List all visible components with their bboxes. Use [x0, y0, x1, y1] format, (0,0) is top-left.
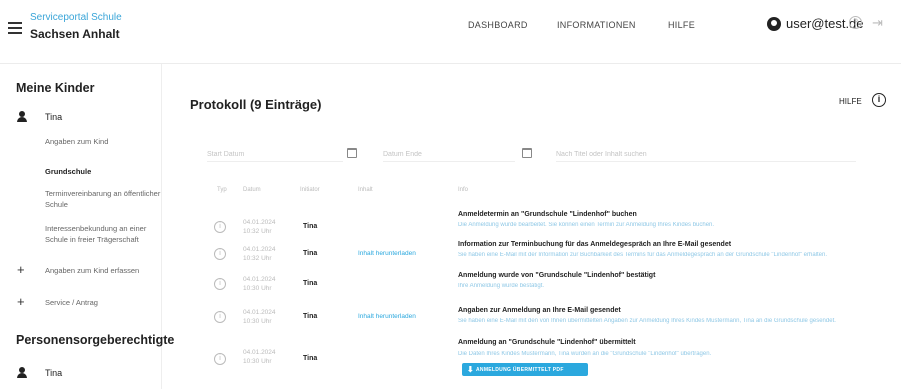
sidebar-item-termin[interactable]: Terminvereinbarung an öffentlicher Schul… — [45, 188, 165, 210]
sidebar-sorge-name[interactable]: Tina — [45, 368, 62, 378]
column-header-datum[interactable]: Datum — [243, 187, 261, 193]
nav-hilfe[interactable]: HILFE — [668, 20, 695, 30]
nav-informationen[interactable]: INFORMATIONEN — [557, 20, 636, 30]
nav-dashboard[interactable]: DASHBOARD — [468, 20, 528, 30]
row-description: Ihre Anmeldung wurde bestätigt. — [458, 283, 545, 289]
logout-icon[interactable]: ⇥ — [872, 15, 883, 31]
row-initiator: Tina — [303, 250, 318, 257]
row-title: Information zur Terminbuchung für das An… — [458, 241, 732, 248]
sidebar-item-angaben[interactable]: Angaben zum Kind — [45, 136, 165, 147]
sidebar-item-grundschule[interactable]: Grundschule — [45, 166, 165, 177]
row-title: Angaben zur Anmeldung an Ihre E-Mail ges… — [458, 307, 621, 314]
row-date: 04.01.2024 10:32 Uhr — [243, 246, 276, 262]
download-content-link[interactable]: Inhalt herunterladen — [358, 250, 416, 257]
plus-icon[interactable]: + — [17, 295, 25, 308]
download-content-link[interactable]: Inhalt herunterladen — [358, 313, 416, 320]
download-icon: ⬇ — [467, 365, 475, 374]
download-pdf-button[interactable]: ⬇ ANMELDUNG ÜBERMITTELT PDF — [462, 363, 588, 376]
sidebar-child-name[interactable]: Tina — [45, 112, 62, 122]
row-description: Sie haben eine E-Mail mit den von Ihnen … — [458, 318, 836, 324]
sidebar-add-kind[interactable]: Angaben zum Kind erfassen — [45, 266, 139, 275]
app-header: Serviceportal Schule Sachsen Anhalt DASH… — [0, 0, 901, 64]
search-input[interactable] — [556, 148, 856, 162]
page-title: Protokoll (9 Einträge) — [190, 97, 322, 112]
column-header-typ[interactable]: Typ — [217, 187, 227, 193]
help-circle-icon[interactable]: ? — [849, 16, 862, 29]
info-icon[interactable]: i — [872, 93, 886, 107]
main-help-label[interactable]: HILFE — [839, 97, 862, 106]
sidebar-section-sorge: Personensorgeberechtigte — [16, 333, 175, 347]
calendar-icon[interactable] — [522, 148, 532, 158]
row-description: Die Daten Ihres Kindes Mustermann, Tina … — [458, 351, 712, 357]
info-circle-icon: i — [214, 248, 226, 260]
row-date: 04.01.2024 10:30 Uhr — [243, 276, 276, 292]
download-pdf-label: ANMELDUNG ÜBERMITTELT PDF — [476, 366, 564, 373]
row-initiator: Tina — [303, 280, 318, 287]
start-date-input[interactable] — [207, 148, 343, 162]
row-date: 04.01.2024 10:30 Uhr — [243, 309, 276, 325]
brand-title: Sachsen Anhalt — [30, 27, 120, 41]
row-initiator: Tina — [303, 355, 318, 362]
person-icon — [17, 367, 27, 379]
info-circle-icon: i — [214, 353, 226, 365]
account-icon[interactable] — [767, 17, 781, 31]
row-date: 04.01.2024 10:32 Uhr — [243, 219, 276, 235]
info-circle-icon: i — [214, 278, 226, 290]
calendar-icon[interactable] — [347, 148, 357, 158]
sidebar-service[interactable]: Service / Antrag — [45, 298, 98, 307]
sidebar: Meine Kinder Tina Angaben zum Kind Grund… — [0, 64, 174, 389]
brand-subtitle: Serviceportal Schule — [30, 12, 122, 23]
row-initiator: Tina — [303, 223, 318, 230]
column-header-info[interactable]: Info — [458, 187, 468, 193]
info-circle-icon: i — [214, 221, 226, 233]
row-initiator: Tina — [303, 313, 318, 320]
row-title: Anmeldung an "Grundschule "Lindenhof" üb… — [458, 339, 636, 346]
info-circle-icon: i — [214, 311, 226, 323]
person-icon — [17, 111, 27, 123]
row-title: Anmeldetermin an "Grundschule "Lindenhof… — [458, 211, 637, 218]
row-date: 04.01.2024 10:30 Uhr — [243, 349, 276, 365]
end-date-input[interactable] — [383, 148, 515, 162]
brand[interactable]: Serviceportal Schule Sachsen Anhalt — [30, 12, 122, 41]
column-header-inhalt[interactable]: Inhalt — [358, 187, 373, 193]
sidebar-section-kinder: Meine Kinder — [16, 81, 95, 95]
row-description: Sie haben eine E-Mail mit der Informatio… — [458, 252, 828, 258]
plus-icon[interactable]: + — [17, 263, 25, 276]
sidebar-item-interesse[interactable]: Interessenbekundung an einer Schule in f… — [45, 223, 165, 245]
row-description: Die Anmeldung wurde bearbeitet. Sie könn… — [458, 222, 715, 228]
menu-icon[interactable] — [8, 22, 22, 36]
column-header-initiator[interactable]: Initiator — [300, 187, 320, 193]
row-title: Anmeldung wurde von "Grundschule "Linden… — [458, 272, 656, 279]
